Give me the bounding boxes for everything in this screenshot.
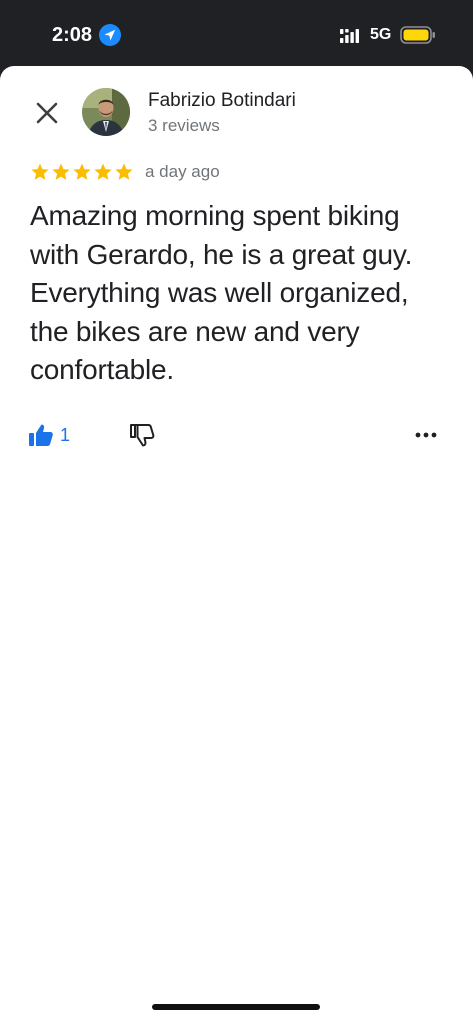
- star-rating: [30, 160, 134, 184]
- thumbs-up-icon: [29, 424, 53, 446]
- dislike-button[interactable]: [126, 420, 158, 450]
- review-sheet: Fabrizio Botindari 3 reviews a day ago A…: [0, 66, 473, 1024]
- review-text: Amazing morning spent biking with Gerard…: [30, 200, 413, 385]
- battery-icon: [400, 25, 436, 45]
- signal-icon: [340, 28, 360, 44]
- like-count: 1: [60, 425, 71, 445]
- close-icon: [36, 102, 58, 124]
- status-bar: 2:08 5G: [0, 0, 473, 66]
- author-name[interactable]: Fabrizio Botindari: [148, 88, 296, 114]
- star-icon: [52, 163, 70, 180]
- network-type: 5G: [370, 26, 392, 43]
- thumbs-down-icon: [130, 424, 155, 447]
- review-date: a day ago: [145, 162, 220, 181]
- author-avatar[interactable]: [82, 88, 130, 136]
- star-icon: [73, 163, 91, 180]
- star-icon: [115, 163, 133, 180]
- star-icon: [31, 163, 49, 180]
- author-review-count: 3 reviews: [148, 116, 220, 135]
- status-time: 2:08: [52, 24, 93, 46]
- location-arrow-icon: [99, 24, 121, 46]
- like-button[interactable]: 1: [28, 420, 70, 450]
- home-indicator[interactable]: [152, 1004, 320, 1010]
- more-options-button[interactable]: [410, 420, 442, 450]
- close-button[interactable]: [26, 92, 68, 134]
- more-horizontal-icon: [415, 432, 437, 438]
- star-icon: [94, 163, 112, 180]
